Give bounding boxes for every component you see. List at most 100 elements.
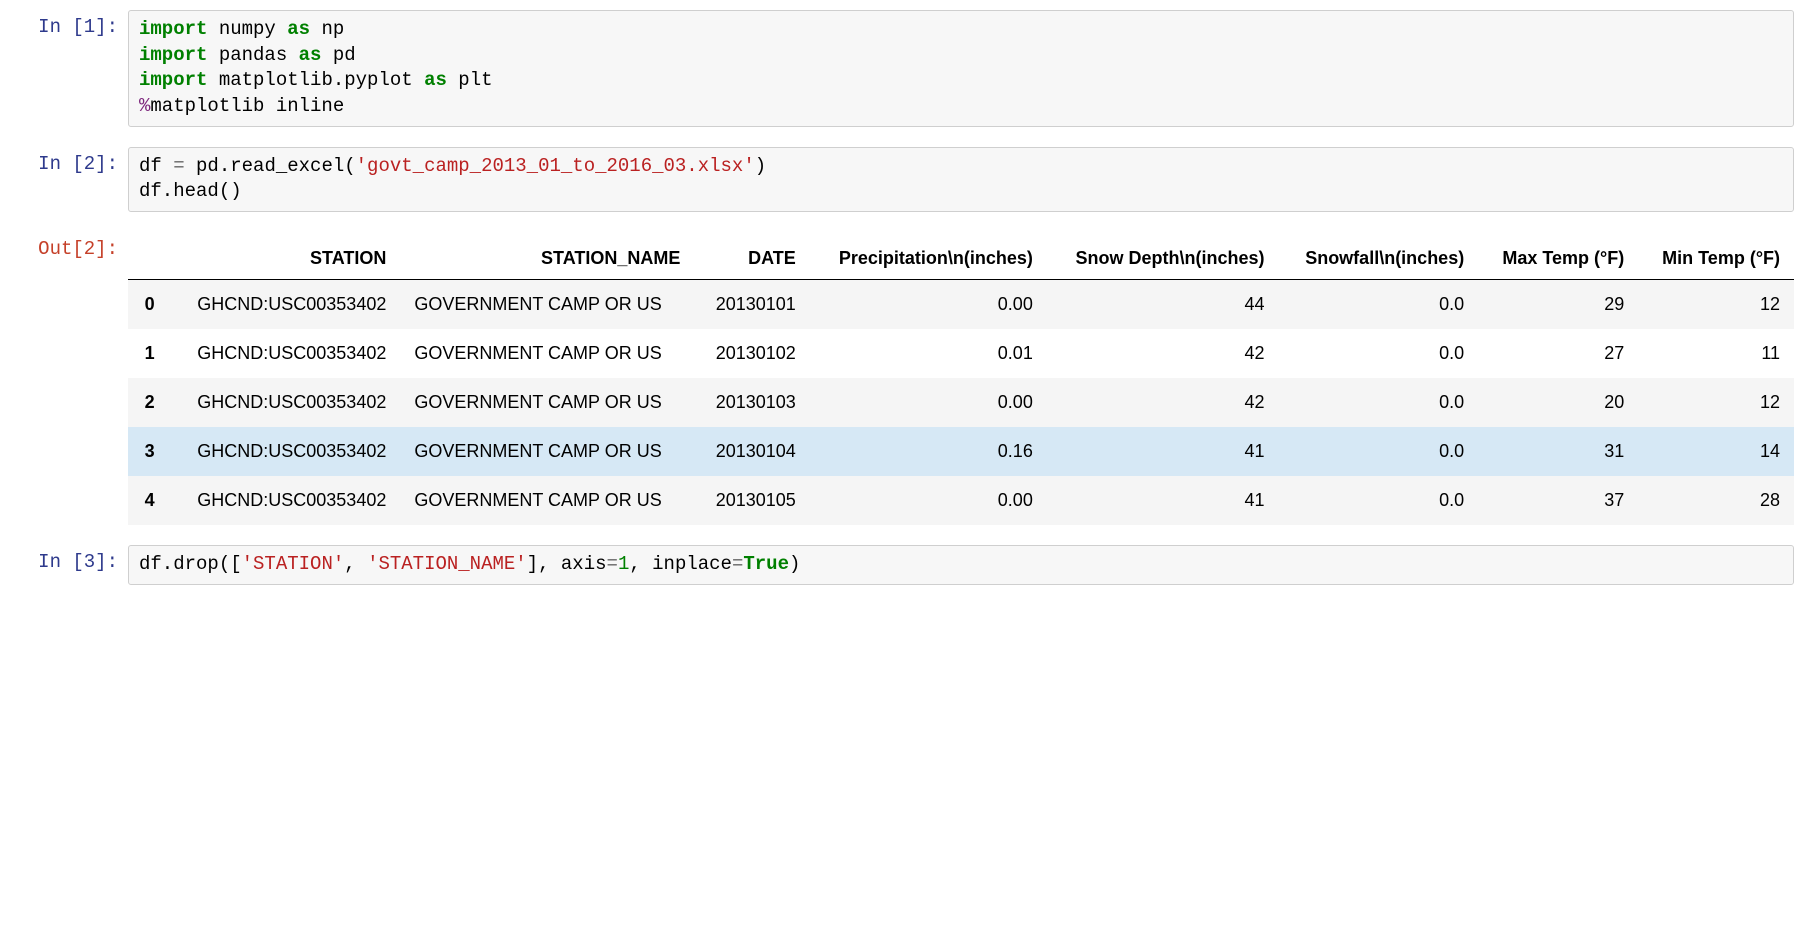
xlsx-string: 'govt_camp_2013_01_to_2016_03.xlsx' (356, 155, 755, 177)
cell-min-temp: 12 (1638, 280, 1794, 330)
cell-date: 20130103 (694, 378, 809, 427)
col-snowfall: Snowfall\n(inches) (1279, 238, 1479, 280)
kw-import: import (139, 44, 207, 66)
cell-station-name: GOVERNMENT CAMP OR US (400, 329, 694, 378)
index-corner (128, 238, 169, 280)
input-prompt-1: In [1]: (0, 10, 128, 38)
mod-pandas: pandas (219, 44, 287, 66)
mod-mpl: matplotlib.pyplot (219, 69, 413, 91)
cell-max-temp: 29 (1478, 280, 1638, 330)
alias-pd: pd (333, 44, 356, 66)
cell-station-name: GOVERNMENT CAMP OR US (400, 378, 694, 427)
cell-min-temp: 14 (1638, 427, 1794, 476)
col-date: DATE (694, 238, 809, 280)
dataframe-table: STATION STATION_NAME DATE Precipitation\… (128, 238, 1794, 526)
cell-max-temp: 20 (1478, 378, 1638, 427)
table-row[interactable]: 2GHCND:USC00353402GOVERNMENT CAMP OR US2… (128, 378, 1794, 427)
cell-snowfall: 0.0 (1279, 378, 1479, 427)
eq-op: = (607, 553, 618, 575)
alias-plt: plt (458, 69, 492, 91)
row-index: 3 (128, 427, 169, 476)
code-input-1[interactable]: import numpy as np import pandas as pd i… (128, 10, 1794, 127)
cell-snowfall: 0.0 (1279, 329, 1479, 378)
row-index: 1 (128, 329, 169, 378)
cell-station: GHCND:USC00353402 (169, 329, 401, 378)
col-station: STATION (169, 238, 401, 280)
cell-date: 20130102 (694, 329, 809, 378)
cell-date: 20130101 (694, 280, 809, 330)
cell-precip: 0.00 (810, 476, 1047, 525)
col-min-temp: Min Temp (°F) (1638, 238, 1794, 280)
cell-date: 20130105 (694, 476, 809, 525)
true-lit: True (743, 553, 789, 575)
cell-snowfall: 0.0 (1279, 427, 1479, 476)
drop-b: , (344, 553, 367, 575)
cell-snow-depth: 44 (1047, 280, 1279, 330)
drop-a: df.drop([ (139, 553, 242, 575)
kw-as: as (299, 44, 322, 66)
cell-station: GHCND:USC00353402 (169, 378, 401, 427)
cell-precip: 0.00 (810, 280, 1047, 330)
input-prompt-3: In [3]: (0, 545, 128, 573)
code-cell-1[interactable]: In [1]: import numpy as np import pandas… (0, 6, 1808, 131)
magic-inline: matplotlib inline (150, 95, 344, 117)
output-prompt-2: Out[2]: (0, 232, 128, 260)
cell-snowfall: 0.0 (1279, 280, 1479, 330)
cell-station: GHCND:USC00353402 (169, 280, 401, 330)
output-cell-2: Out[2]: STATION STATION_NAME DATE Precip… (0, 228, 1808, 530)
code-cell-2[interactable]: In [2]: df = pd.read_excel('govt_camp_20… (0, 143, 1808, 216)
cell-max-temp: 37 (1478, 476, 1638, 525)
close-paren: ) (755, 155, 766, 177)
cell-station-name: GOVERNMENT CAMP OR US (400, 427, 694, 476)
kw-import: import (139, 69, 207, 91)
cell-station: GHCND:USC00353402 (169, 476, 401, 525)
col-precip: Precipitation\n(inches) (810, 238, 1047, 280)
cell-snowfall: 0.0 (1279, 476, 1479, 525)
input-prompt-2: In [2]: (0, 147, 128, 175)
drop-e: ) (789, 553, 800, 575)
cell-max-temp: 31 (1478, 427, 1638, 476)
dataframe-output: STATION STATION_NAME DATE Precipitation\… (128, 232, 1794, 526)
kw-as: as (287, 18, 310, 40)
cell-snow-depth: 41 (1047, 427, 1279, 476)
table-body: 0GHCND:USC00353402GOVERNMENT CAMP OR US2… (128, 280, 1794, 526)
cell-min-temp: 28 (1638, 476, 1794, 525)
cell-station: GHCND:USC00353402 (169, 427, 401, 476)
drop-c: ], axis (527, 553, 607, 575)
table-row[interactable]: 4GHCND:USC00353402GOVERNMENT CAMP OR US2… (128, 476, 1794, 525)
col-max-temp: Max Temp (°F) (1478, 238, 1638, 280)
df-head: df.head() (139, 180, 242, 202)
magic-percent: % (139, 95, 150, 117)
cell-min-temp: 12 (1638, 378, 1794, 427)
table-row[interactable]: 1GHCND:USC00353402GOVERNMENT CAMP OR US2… (128, 329, 1794, 378)
drop-s2: 'STATION_NAME' (367, 553, 527, 575)
eq-op: = (732, 553, 743, 575)
kw-import: import (139, 18, 207, 40)
mod-numpy: numpy (219, 18, 276, 40)
assign-lhs: df (139, 155, 173, 177)
code-cell-3[interactable]: In [3]: df.drop(['STATION', 'STATION_NAM… (0, 541, 1808, 589)
eq-op: = (173, 155, 184, 177)
cell-snow-depth: 41 (1047, 476, 1279, 525)
call-readexcel: pd.read_excel( (185, 155, 356, 177)
num-1: 1 (618, 553, 629, 575)
cell-min-temp: 11 (1638, 329, 1794, 378)
col-station-name: STATION_NAME (400, 238, 694, 280)
notebook: In [1]: import numpy as np import pandas… (0, 0, 1808, 599)
cell-station-name: GOVERNMENT CAMP OR US (400, 476, 694, 525)
code-input-2[interactable]: df = pd.read_excel('govt_camp_2013_01_to… (128, 147, 1794, 212)
cell-snow-depth: 42 (1047, 329, 1279, 378)
row-index: 0 (128, 280, 169, 330)
table-row[interactable]: 0GHCND:USC00353402GOVERNMENT CAMP OR US2… (128, 280, 1794, 330)
drop-d: , inplace (629, 553, 732, 575)
cell-precip: 0.01 (810, 329, 1047, 378)
cell-snow-depth: 42 (1047, 378, 1279, 427)
cell-precip: 0.00 (810, 378, 1047, 427)
cell-date: 20130104 (694, 427, 809, 476)
code-input-3[interactable]: df.drop(['STATION', 'STATION_NAME'], axi… (128, 545, 1794, 585)
table-row[interactable]: 3GHCND:USC00353402GOVERNMENT CAMP OR US2… (128, 427, 1794, 476)
drop-s1: 'STATION' (242, 553, 345, 575)
cell-precip: 0.16 (810, 427, 1047, 476)
table-header: STATION STATION_NAME DATE Precipitation\… (128, 238, 1794, 280)
row-index: 2 (128, 378, 169, 427)
